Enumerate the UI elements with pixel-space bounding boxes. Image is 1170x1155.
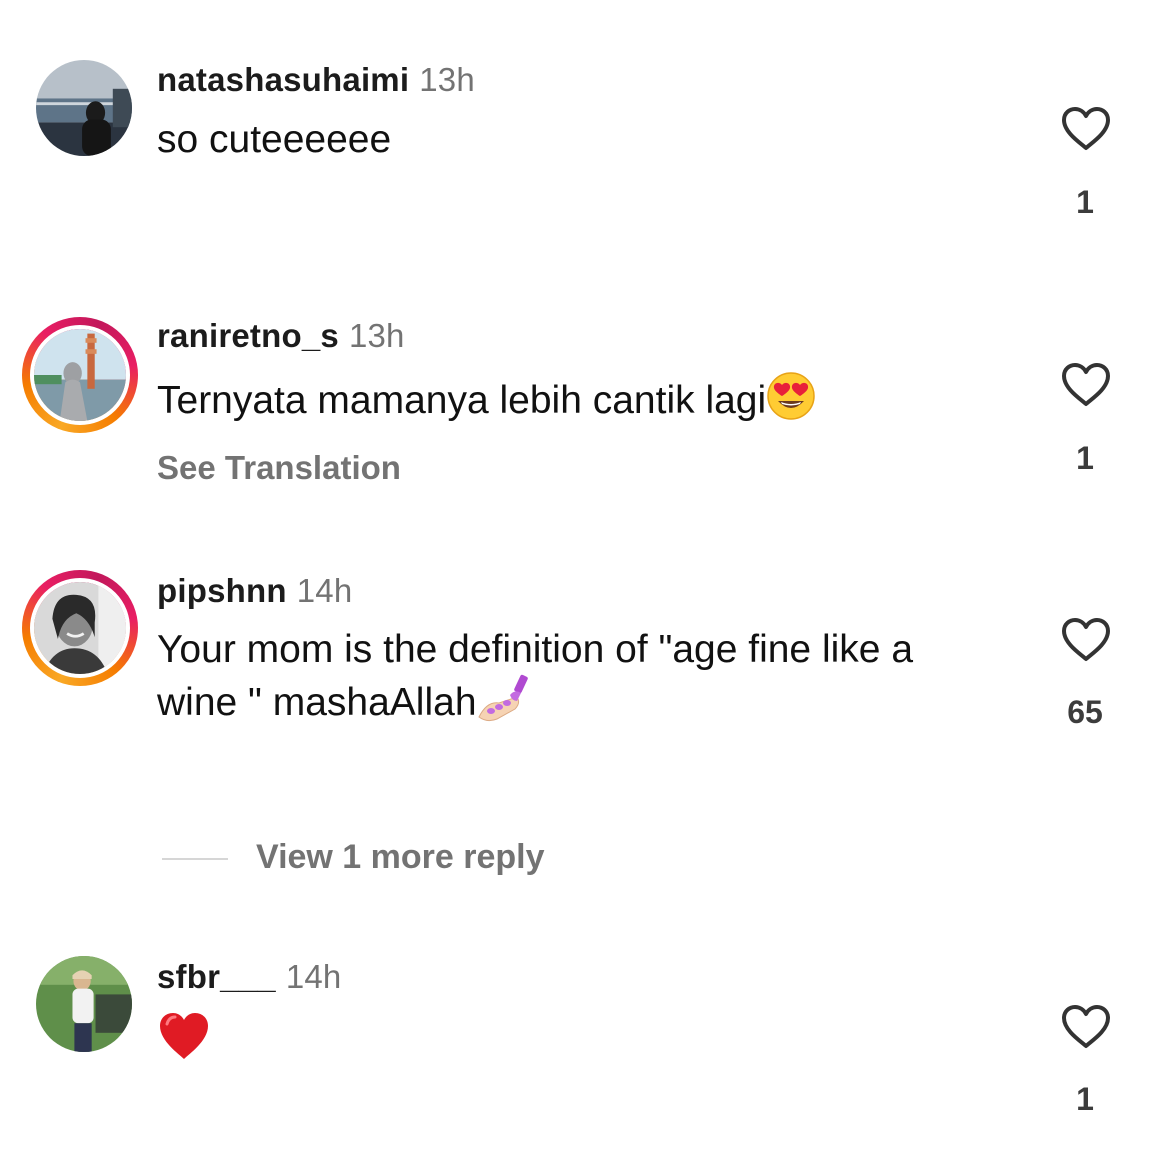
username-link[interactable]: natashasuhaimi: [157, 61, 409, 98]
comment-text-content: Your mom is the definition of "age fine …: [157, 628, 914, 724]
red-heart-emoji: [157, 1010, 211, 1073]
comment-timestamp: 14h: [296, 572, 353, 609]
avatar[interactable]: [22, 570, 138, 686]
view-more-replies-label: View 1 more reply: [256, 838, 545, 876]
avatar-image: [30, 578, 130, 678]
see-translation-link[interactable]: See Translation: [157, 449, 401, 487]
avatar[interactable]: [22, 317, 138, 433]
comment-text: Ternyata mamanya lebih cantik lagi: [157, 371, 997, 432]
comment-text-content: so cuteeeeee: [157, 118, 392, 161]
heart-outline-icon[interactable]: [1060, 106, 1112, 152]
avatar[interactable]: [26, 946, 142, 1062]
like-count: 1: [1076, 184, 1094, 220]
comment-username[interactable]: raniretno_s 13h: [157, 317, 405, 355]
comment-text-content: Ternyata mamanya lebih cantik lagi: [157, 379, 767, 422]
comment-timestamp: 14h: [285, 958, 342, 995]
username-link[interactable]: pipshnn: [157, 572, 287, 609]
avatar-image: [36, 956, 132, 1052]
like-count: 65: [1067, 694, 1103, 730]
comment-username[interactable]: natashasuhaimi 13h: [157, 61, 475, 99]
comment-username[interactable]: pipshnn 14h: [157, 572, 352, 610]
username-link[interactable]: raniretno_s: [157, 317, 339, 354]
heart-outline-icon[interactable]: [1060, 617, 1112, 663]
avatar[interactable]: [26, 50, 142, 166]
smiling-face-heart-eyes-emoji: [766, 371, 816, 432]
nail-polish-emoji: [477, 673, 531, 734]
comment-text: [157, 1010, 997, 1073]
like-count: 1: [1076, 1081, 1094, 1117]
replies-divider-line: [162, 858, 228, 860]
comment-text: so cuteeeeee: [157, 116, 997, 163]
comment-timestamp: 13h: [348, 317, 405, 354]
heart-outline-icon[interactable]: [1060, 362, 1112, 408]
comment-username[interactable]: sfbr___ 14h: [157, 958, 341, 996]
username-link[interactable]: sfbr___: [157, 958, 276, 995]
heart-outline-icon[interactable]: [1060, 1004, 1112, 1050]
avatar-image: [36, 60, 132, 156]
avatar-image: [30, 325, 130, 425]
comment-text: Your mom is the definition of "age fine …: [157, 626, 997, 734]
comment-timestamp: 13h: [419, 61, 475, 98]
like-count: 1: [1076, 440, 1094, 476]
